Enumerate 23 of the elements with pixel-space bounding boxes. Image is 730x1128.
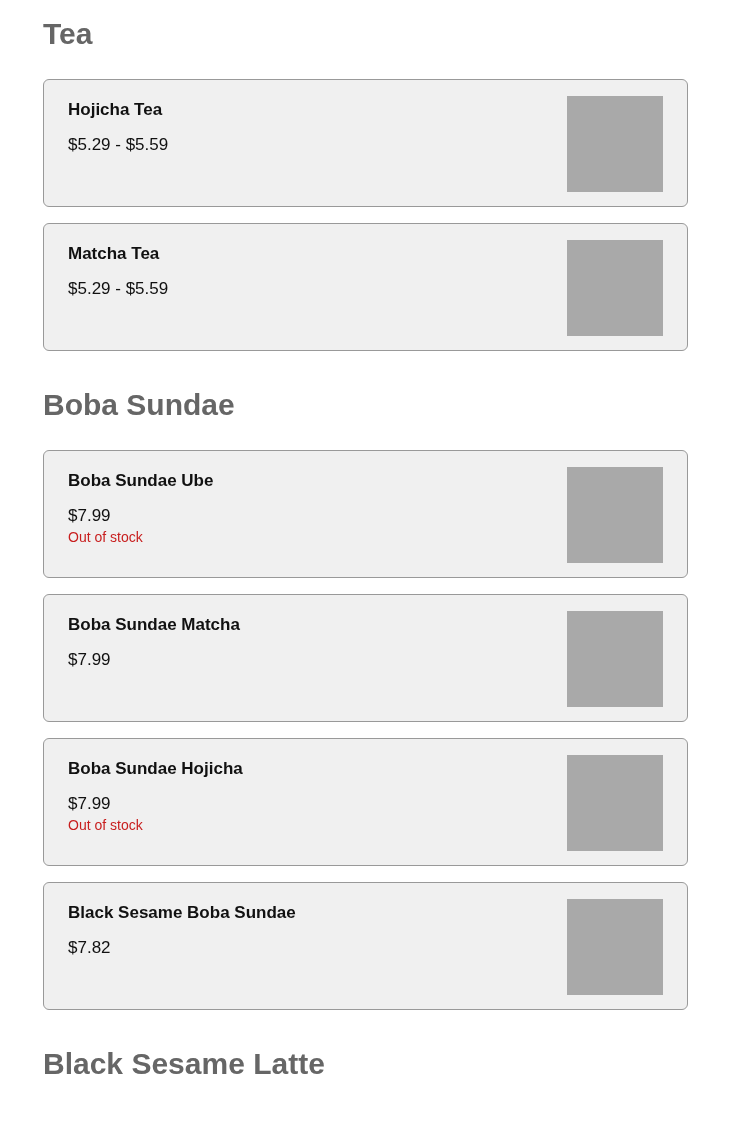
menu-item-card[interactable]: Boba Sundae Matcha $7.99	[43, 594, 688, 722]
item-price: $5.29 - $5.59	[68, 278, 169, 300]
item-price: $7.99	[68, 793, 112, 815]
item-price: $7.99	[68, 505, 112, 527]
item-name: Boba Sundae Ube	[68, 470, 214, 492]
item-price: $7.99	[68, 649, 112, 671]
menu-item-card[interactable]: Matcha Tea $5.29 - $5.59	[43, 223, 688, 351]
item-name: Boba Sundae Hojicha	[68, 758, 243, 780]
section-heading: Black Sesame Latte	[43, 1046, 326, 1082]
item-price: $5.29 - $5.59	[68, 134, 169, 156]
item-name: Boba Sundae Matcha	[68, 614, 240, 636]
item-name: Hojicha Tea	[68, 99, 164, 121]
section-heading: Boba Sundae	[43, 387, 236, 423]
item-price: $7.82	[68, 937, 112, 959]
item-name: Black Sesame Boba Sundae	[68, 902, 296, 924]
menu-item-card[interactable]: Black Sesame Boba Sundae $7.82	[43, 882, 688, 1010]
section-heading: Tea	[43, 16, 94, 52]
menu-item-card[interactable]: Boba Sundae Hojicha $7.99 Out of stock	[43, 738, 688, 866]
stock-status: Out of stock	[68, 816, 144, 835]
item-name: Matcha Tea	[68, 243, 161, 265]
stock-status: Out of stock	[68, 528, 144, 547]
menu-item-card[interactable]: Boba Sundae Ube $7.99 Out of stock	[43, 450, 688, 578]
menu-item-card[interactable]: Hojicha Tea $5.29 - $5.59	[43, 79, 688, 207]
